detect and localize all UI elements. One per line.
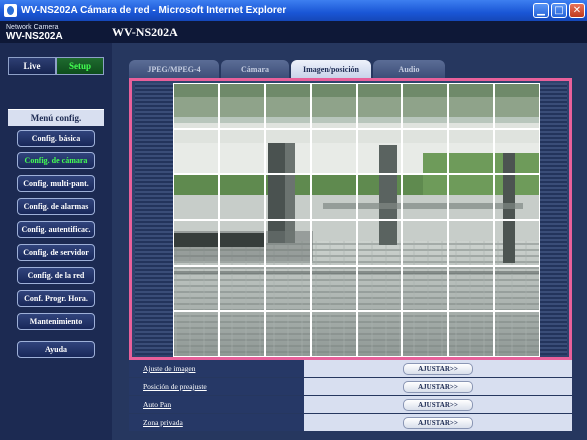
grid-cell[interactable] — [173, 174, 219, 220]
sidebar-item-alarms[interactable]: Config. de alarmas — [17, 198, 95, 215]
grid-cell[interactable] — [264, 174, 311, 220]
settings-row-image-adjust: Ajuste de imagen AJUSTAR>> — [129, 360, 572, 378]
sidebar-item-network[interactable]: Config. de la red — [17, 267, 95, 284]
grid-cell[interactable] — [310, 265, 357, 312]
panel-background — [135, 83, 567, 357]
grid-cell[interactable] — [173, 311, 219, 357]
minimize-button[interactable]: ▁ — [533, 3, 549, 18]
sidebar-item-maintenance[interactable]: Mantenimiento — [17, 313, 95, 330]
grid-cell[interactable] — [218, 174, 265, 220]
preset-position-button[interactable]: AJUSTAR>> — [403, 380, 473, 393]
setup-button[interactable]: Setup — [56, 57, 104, 75]
page-header: Network Camera WV-NS202A WV-NS202A — [0, 21, 587, 43]
close-icon: ✕ — [572, 5, 582, 16]
grid-cell[interactable] — [356, 83, 403, 129]
settings-row-auto-pan: Auto Pan AJUSTAR>> — [129, 396, 572, 414]
grid-cell[interactable] — [218, 220, 265, 266]
grid-cell[interactable] — [218, 128, 265, 175]
live-button[interactable]: Live — [8, 57, 56, 75]
sidebar-item-server[interactable]: Config. de servidor — [17, 244, 95, 261]
grid-cell[interactable] — [264, 220, 311, 266]
privacy-zone-button[interactable]: AJUSTAR>> — [403, 416, 473, 429]
sidebar-item-camera-config[interactable]: Config. de cámara — [17, 152, 95, 169]
window-title: WV-NS202A Cámara de red - Microsoft Inte… — [21, 5, 287, 16]
grid-cell[interactable] — [310, 174, 357, 220]
privacy-zone-link[interactable]: Zona privada — [129, 414, 304, 431]
tab-camera[interactable]: Cámara — [221, 60, 289, 78]
sidebar-item-schedule[interactable]: Conf. Progr. Hora. — [17, 290, 95, 307]
grid-cell[interactable] — [310, 311, 357, 357]
grid-cell[interactable] — [173, 83, 219, 129]
grid-cell[interactable] — [173, 220, 219, 266]
grid-cell[interactable] — [356, 128, 403, 175]
internet-explorer-icon — [4, 4, 17, 17]
grid-cell[interactable] — [173, 265, 219, 312]
sidebar-item-multi-screen[interactable]: Config. multi-pant. — [17, 175, 95, 192]
grid-cell[interactable] — [494, 174, 540, 220]
area-selection-grid[interactable] — [173, 83, 540, 357]
image-adjust-button[interactable]: AJUSTAR>> — [403, 362, 473, 375]
settings-row-privacy-zone: Zona privada AJUSTAR>> — [129, 414, 572, 432]
close-button[interactable]: ✕ — [569, 3, 585, 18]
maximize-icon: □ — [554, 5, 564, 16]
settings-row-preset-position: Posición de preajuste AJUSTAR>> — [129, 378, 572, 396]
minimize-icon: ▁ — [537, 5, 545, 16]
grid-cell[interactable] — [402, 265, 449, 312]
grid-cell[interactable] — [402, 220, 449, 266]
grid-cell[interactable] — [264, 265, 311, 312]
grid-cell[interactable] — [310, 220, 357, 266]
grid-cell[interactable] — [310, 83, 357, 129]
grid-cell[interactable] — [494, 128, 540, 175]
grid-cell[interactable] — [402, 311, 449, 357]
grid-cell[interactable] — [448, 128, 495, 175]
grid-cell[interactable] — [356, 220, 403, 266]
main-content: JPEG/MPEG-4 Cámara Imagen/posición Audio — [112, 43, 587, 440]
grid-cell[interactable] — [402, 174, 449, 220]
image-position-panel — [129, 78, 572, 360]
brand-logo: Network Camera WV-NS202A — [6, 23, 63, 42]
grid-cell[interactable] — [494, 265, 540, 312]
grid-cell[interactable] — [356, 311, 403, 357]
grid-cell[interactable] — [494, 311, 540, 357]
grid-cell[interactable] — [218, 265, 265, 312]
sidebar: Live Setup Menú config. Config. básica C… — [0, 43, 112, 440]
camera-preview-image[interactable] — [173, 83, 540, 357]
sidebar-item-help[interactable]: Ayuda — [17, 341, 95, 358]
tab-image-position[interactable]: Imagen/posición — [291, 60, 371, 78]
mode-switch: Live Setup — [8, 57, 104, 75]
window-titlebar: WV-NS202A Cámara de red - Microsoft Inte… — [0, 0, 587, 21]
settings-table: Ajuste de imagen AJUSTAR>> Posición de p… — [129, 360, 572, 432]
tab-audio[interactable]: Audio — [373, 60, 445, 78]
tab-bar: JPEG/MPEG-4 Cámara Imagen/posición Audio — [129, 60, 445, 78]
grid-cell[interactable] — [448, 220, 495, 266]
grid-cell[interactable] — [448, 311, 495, 357]
sidebar-item-basic-config[interactable]: Config. básica — [17, 130, 95, 147]
grid-cell[interactable] — [448, 174, 495, 220]
grid-cell[interactable] — [448, 83, 495, 129]
grid-cell[interactable] — [264, 128, 311, 175]
grid-cell[interactable] — [494, 83, 540, 129]
tab-jpeg-mpeg4[interactable]: JPEG/MPEG-4 — [129, 60, 219, 78]
image-adjust-link[interactable]: Ajuste de imagen — [129, 360, 304, 377]
maximize-button[interactable]: □ — [551, 3, 567, 18]
grid-cell[interactable] — [264, 311, 311, 357]
grid-cell[interactable] — [356, 265, 403, 312]
grid-cell[interactable] — [264, 83, 311, 129]
auto-pan-link[interactable]: Auto Pan — [129, 396, 304, 413]
auto-pan-button[interactable]: AJUSTAR>> — [403, 398, 473, 411]
grid-cell[interactable] — [218, 311, 265, 357]
grid-cell[interactable] — [310, 128, 357, 175]
grid-cell[interactable] — [494, 220, 540, 266]
grid-cell[interactable] — [218, 83, 265, 129]
grid-cell[interactable] — [448, 265, 495, 312]
grid-cell[interactable] — [402, 83, 449, 129]
menu-title: Menú config. — [8, 109, 104, 126]
sidebar-item-authentication[interactable]: Config. autentificac. — [17, 221, 95, 238]
page-title: WV-NS202A — [112, 25, 178, 39]
grid-cell[interactable] — [402, 128, 449, 175]
grid-cell[interactable] — [173, 128, 219, 175]
brand-model: WV-NS202A — [6, 31, 63, 42]
preset-position-link[interactable]: Posición de preajuste — [129, 378, 304, 395]
grid-cell[interactable] — [356, 174, 403, 220]
